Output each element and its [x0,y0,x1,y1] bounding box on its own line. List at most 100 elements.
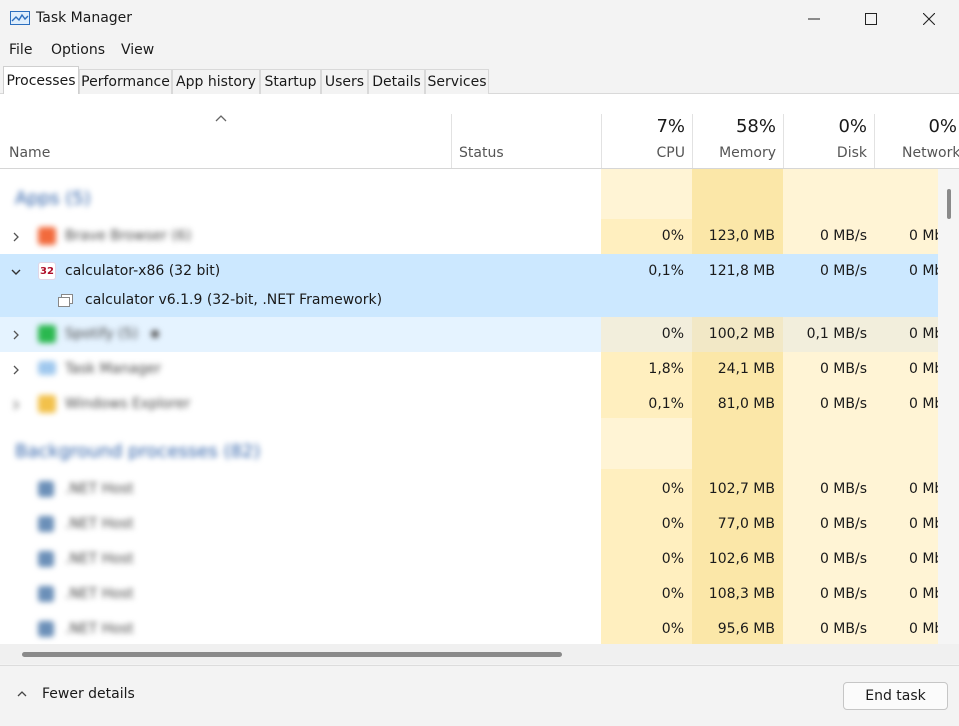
column-header-status[interactable]: Status [459,145,504,161]
memory-label: Memory [719,145,776,161]
disk-total-percent: 0% [838,116,867,137]
network-value: 0 Mbps [909,586,938,602]
column-divider[interactable] [874,114,875,168]
group-header-background[interactable]: Background processes (82) [15,441,260,462]
chevron-down-icon[interactable] [10,266,22,278]
disk-value: 0 MB/s [819,481,867,497]
table-row[interactable]: .NET Host 0% 102,7 MB 0 MB/s 0 Mbps [0,472,938,507]
process-name: Task Manager [65,361,162,377]
menu-bar: File Options View [0,38,959,63]
maximize-icon [865,13,877,25]
process-name: .NET Host [65,621,134,637]
horizontal-scrollbar[interactable] [0,644,959,664]
close-icon [923,13,935,25]
title-bar[interactable]: Task Manager [0,0,959,38]
network-value: 0 Mbps [909,516,938,532]
tab-app-history[interactable]: App history [172,69,260,94]
table-row[interactable]: .NET Host 0% 108,3 MB 0 MB/s 0 Mbps [0,577,938,612]
dotnet-host-icon [38,516,54,532]
process-name: .NET Host [65,551,134,567]
window-title: Task Manager [36,10,133,26]
cpu-value: 0% [661,551,684,567]
table-row[interactable]: .NET Host 0% 77,0 MB 0 MB/s 0 Mbps [0,507,938,542]
selected-row-fill [601,284,938,317]
vertical-scrollbar[interactable] [938,169,959,664]
column-header-name[interactable]: Name [9,145,50,161]
cpu-value: 0% [661,516,684,532]
cpu-value: 0% [661,481,684,497]
disk-value: 0 MB/s [819,551,867,567]
memory-value: 95,6 MB [717,621,775,637]
memory-value: 123,0 MB [708,228,775,244]
cpu-value: 0% [661,621,684,637]
chevron-right-icon[interactable] [10,364,22,376]
disk-value: 0 MB/s [819,396,867,412]
tab-performance[interactable]: Performance [79,69,172,94]
sort-ascending-icon[interactable] [215,114,227,122]
horizontal-scrollbar-thumb[interactable] [22,652,562,657]
menu-options[interactable]: Options [51,42,105,58]
tab-startup[interactable]: Startup [260,69,321,94]
network-label: Network [902,145,959,161]
tab-details[interactable]: Details [368,69,425,94]
menu-file[interactable]: File [9,42,32,58]
disk-value: 0 MB/s [819,586,867,602]
dotnet-host-icon [38,551,54,567]
group-header-apps[interactable]: Apps (5) [15,188,91,209]
cpu-total-percent: 7% [656,116,685,137]
network-value: 0 Mbps [909,551,938,567]
disk-value: 0,1 MB/s [783,317,874,352]
tab-services[interactable]: Services [425,69,489,94]
memory-value: 108,3 MB [708,586,775,602]
tab-strip: Processes Performance App history Startu… [0,66,959,95]
end-task-button[interactable]: End task [843,682,948,710]
process-name: .NET Host [65,516,134,532]
brave-icon [38,227,56,245]
process-name: .NET Host [65,481,134,497]
chevron-right-icon[interactable] [10,231,22,243]
table-row[interactable]: .NET Host 0% 102,6 MB 0 MB/s 0 Mbps [0,542,938,577]
footer-bar: Fewer details End task [0,665,959,726]
fewer-details-label: Fewer details [42,686,135,702]
network-value: 0 Mbps [909,361,938,377]
column-divider[interactable] [783,114,784,168]
memory-value: 102,6 MB [708,551,775,567]
minimize-button[interactable] [785,0,843,38]
column-divider[interactable] [601,114,602,168]
tab-processes[interactable]: Processes [3,66,79,95]
table-row[interactable]: Brave Browser (6) 0% 123,0 MB 0 MB/s 0 M… [0,219,938,254]
vertical-scrollbar-thumb[interactable] [947,189,951,219]
table-row[interactable]: .NET Host 0% 95,6 MB 0 MB/s 0 Mbps [0,612,938,647]
chevron-right-icon[interactable] [10,329,22,341]
column-divider[interactable] [451,114,452,168]
network-total-percent: 0% [928,116,957,137]
network-value: 0 Mbps [909,396,938,412]
process-name: Brave Browser (6) [65,228,192,244]
table-row[interactable]: Spotify (5) 0% 100,2 MB 0,1 MB/s 0 Mbps [0,317,938,352]
dotnet-host-icon [38,621,54,637]
cpu-label: CPU [656,145,685,161]
memory-value: 24,1 MB [717,361,775,377]
maximize-button[interactable] [842,0,900,38]
disk-value: 0 MB/s [819,361,867,377]
chevron-up-icon [17,691,27,697]
memory-total-percent: 58% [735,116,776,137]
network-value: 0 Mbps [909,228,938,244]
chevron-right-icon[interactable] [10,399,22,411]
menu-view[interactable]: View [121,42,154,58]
cpu-value: 0,1% [648,396,684,412]
disk-value: 0 MB/s [819,621,867,637]
table-row[interactable]: Windows Explorer 0,1% 81,0 MB 0 MB/s 0 M… [0,387,938,422]
memory-value: 81,0 MB [717,396,775,412]
fewer-details-toggle[interactable]: Fewer details [16,686,135,702]
close-button[interactable] [900,0,958,38]
tab-users[interactable]: Users [321,69,368,94]
network-value: 0 Mbps [909,481,938,497]
dotnet-host-icon [38,586,54,602]
table-row-child[interactable]: calculator v6.1.9 (32-bit, .NET Framewor… [0,284,938,317]
table-row[interactable]: Task Manager 1,8% 24,1 MB 0 MB/s 0 Mbps [0,352,938,387]
calculator-app-icon: 32 [38,262,56,280]
folder-icon [38,395,56,413]
column-divider[interactable] [692,114,693,168]
memory-value: 77,0 MB [717,516,775,532]
